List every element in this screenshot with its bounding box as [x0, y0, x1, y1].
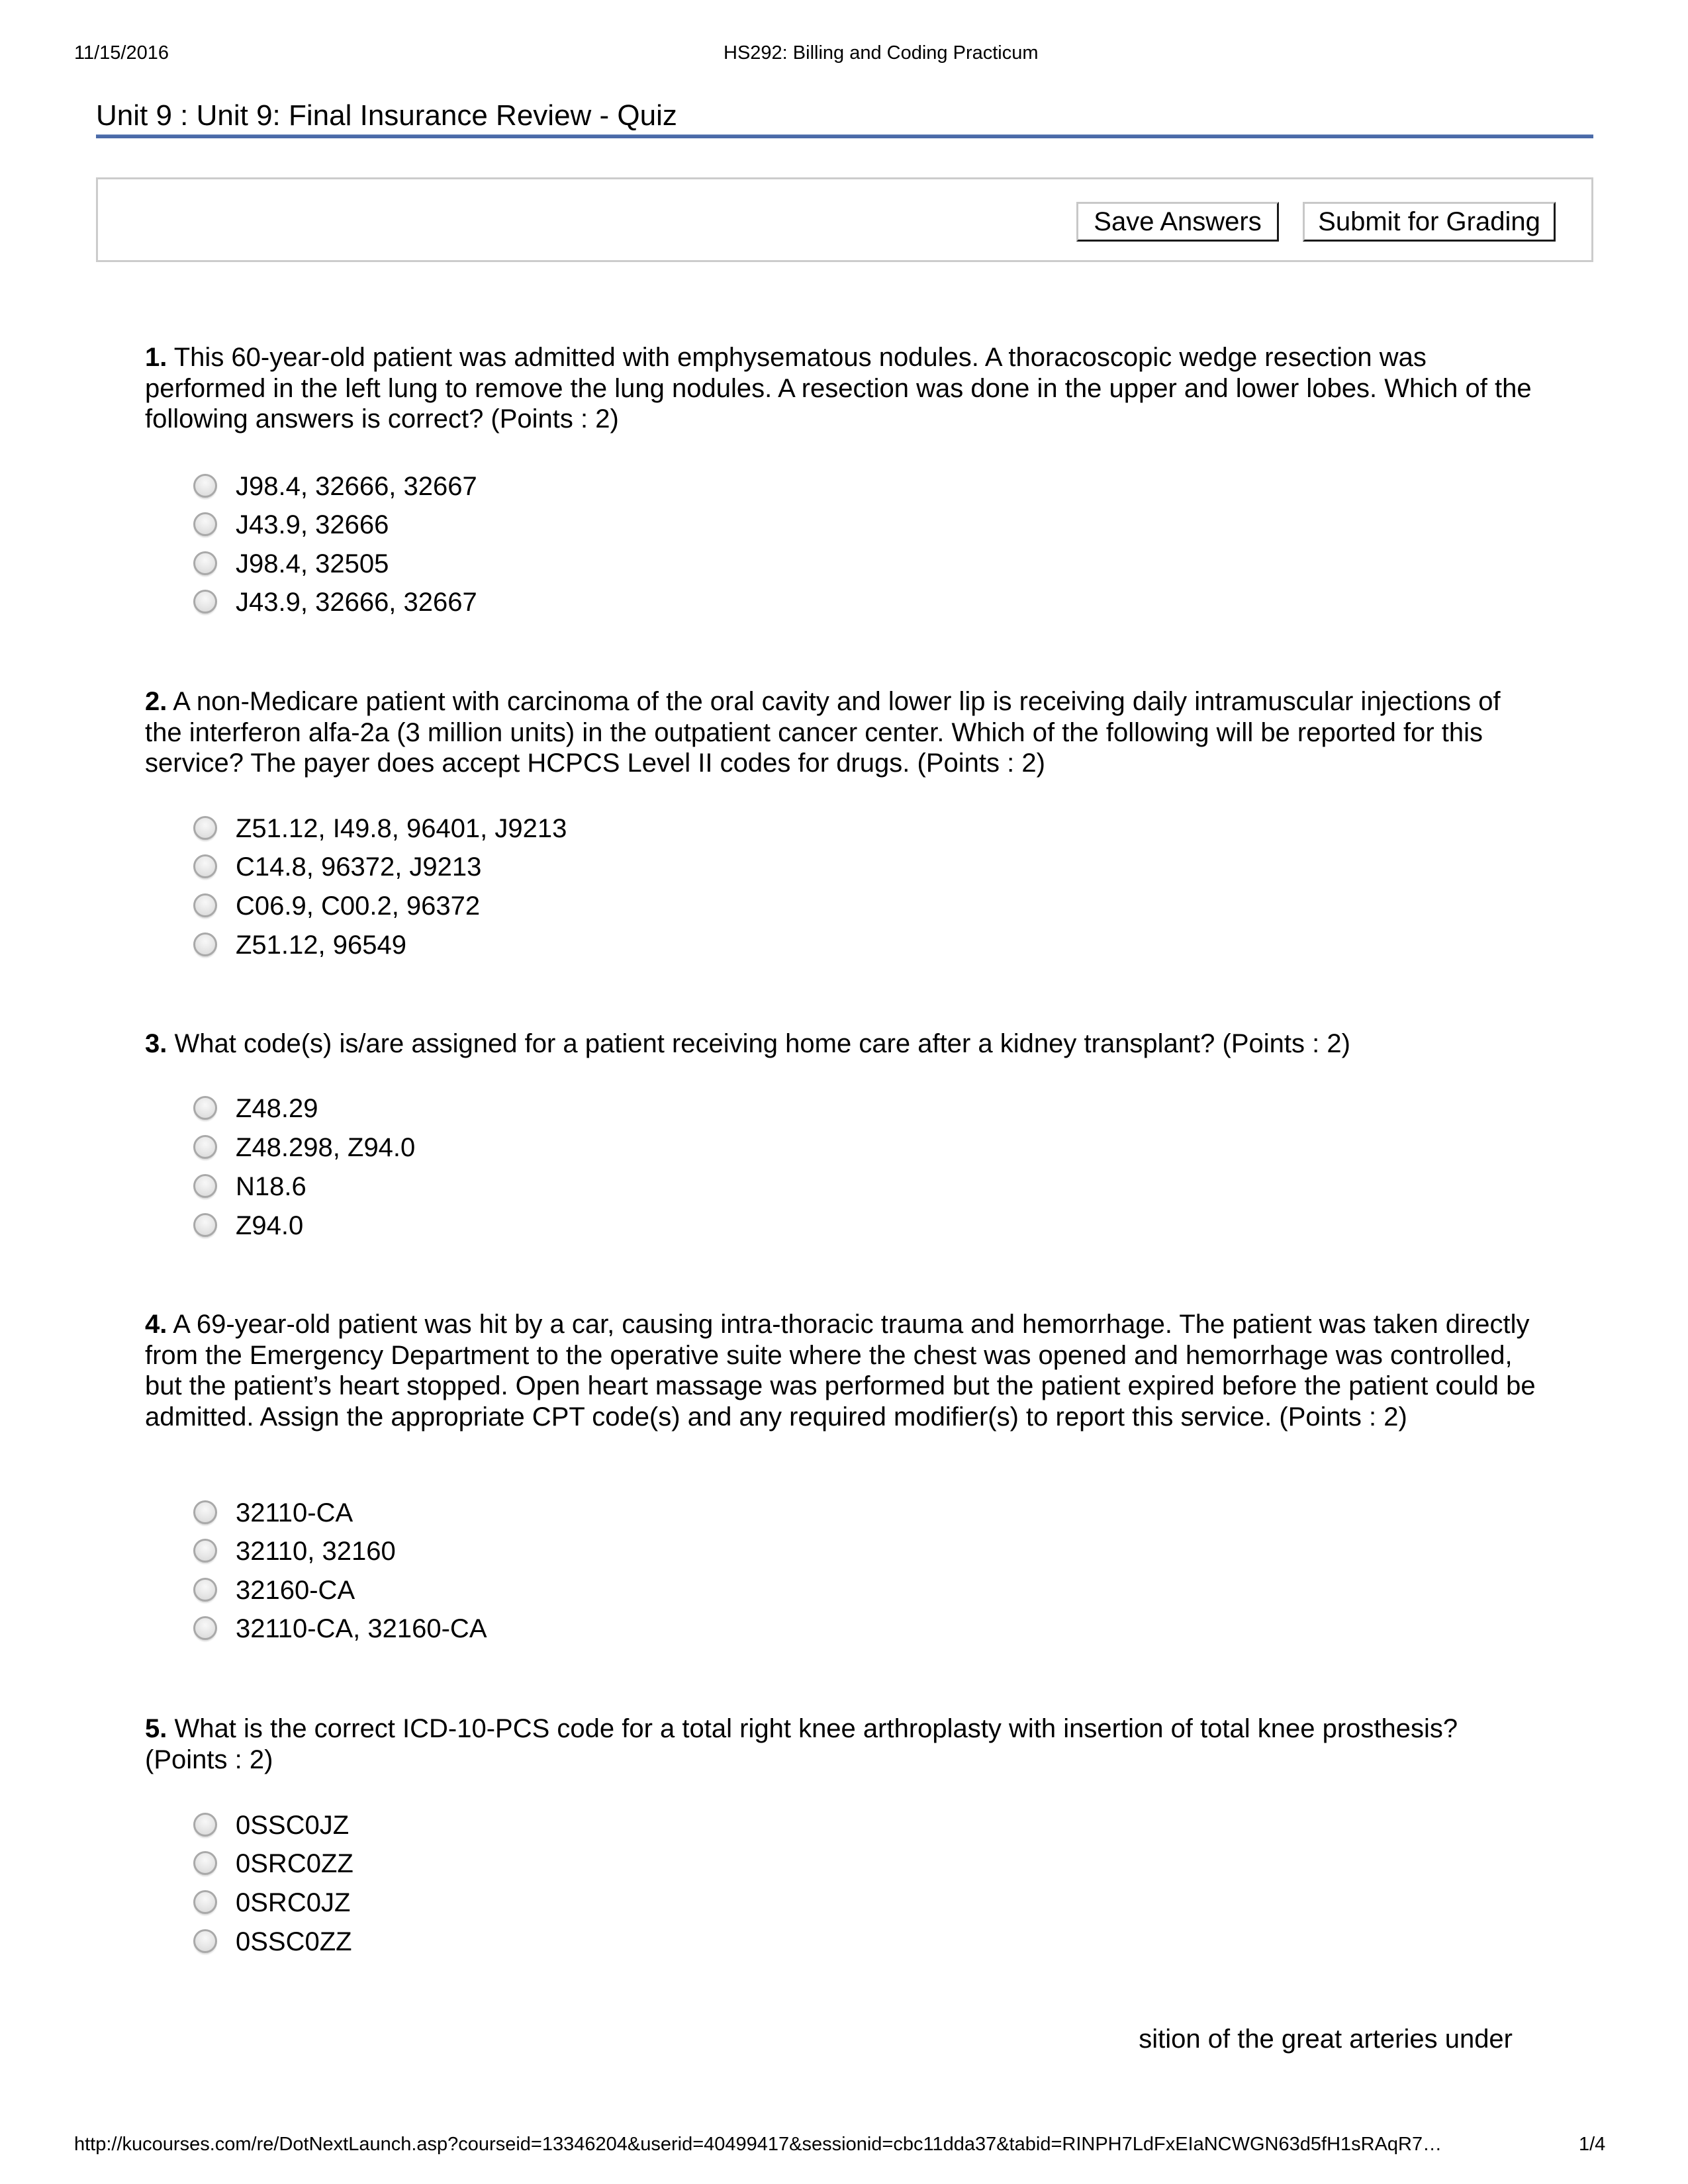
question-text: A 69-year-old patient was hit by a car, …	[145, 1310, 1536, 1432]
question-4: 4. A 69-year-old patient was hit by a ca…	[145, 1309, 1542, 1432]
question-5: 5. What is the correct ICD-10-PCS code f…	[145, 1713, 1542, 1775]
option-label: 32160-CA	[236, 1576, 355, 1605]
option-label: C06.9, C00.2, 96372	[236, 891, 481, 921]
option-label: 32110-CA	[236, 1498, 353, 1527]
option-label: Z51.12, 96549	[236, 931, 406, 960]
option-label: Z94.0	[236, 1211, 304, 1240]
question-number: 4.	[145, 1310, 167, 1339]
radio-button[interactable]	[193, 551, 217, 575]
question-text: What code(s) is/are assigned for a patie…	[174, 1029, 1350, 1058]
truncated-question-text: sition of the great arteries under	[1139, 2025, 1513, 2054]
radio-button[interactable]	[193, 1500, 217, 1524]
radio-button[interactable]	[193, 1890, 217, 1914]
radio-button[interactable]	[193, 1213, 217, 1237]
radio-button[interactable]	[193, 816, 217, 840]
title-divider	[96, 134, 1593, 138]
option-label: 0SRC0JZ	[236, 1888, 351, 1917]
option-label: J98.4, 32666, 32667	[236, 472, 477, 501]
radio-button[interactable]	[193, 1096, 217, 1120]
radio-button[interactable]	[193, 854, 217, 878]
option-label: N18.6	[236, 1172, 306, 1201]
radio-button[interactable]	[193, 1135, 217, 1159]
option-label: Z48.29	[236, 1094, 318, 1123]
option-label: J43.9, 32666, 32667	[236, 588, 477, 617]
print-footer-url: http://kucourses.com/re/DotNextLaunch.as…	[74, 2134, 1442, 2155]
question-text: What is the correct ICD-10-PCS code for …	[145, 1714, 1458, 1774]
option-label: J98.4, 32505	[236, 549, 389, 578]
option-label: 0SSC0ZZ	[236, 1927, 352, 1956]
radio-button[interactable]	[193, 893, 217, 917]
option-label: Z51.12, I49.8, 96401, J9213	[236, 814, 567, 843]
question-text: This 60-year-old patient was admitted wi…	[145, 343, 1532, 433]
submit-for-grading-button[interactable]: Submit for Grading	[1303, 202, 1556, 242]
option-label: Z48.298, Z94.0	[236, 1133, 416, 1162]
question-number: 3.	[145, 1029, 167, 1058]
print-header-date: 11/15/2016	[74, 42, 169, 64]
print-footer-page-number: 1/4	[1579, 2134, 1606, 2155]
question-2: 2. A non-Medicare patient with carcinoma…	[145, 686, 1542, 779]
page-title: Unit 9 : Unit 9: Final Insurance Review …	[96, 99, 677, 132]
option-label: 32110, 32160	[236, 1537, 396, 1566]
radio-button[interactable]	[193, 1578, 217, 1602]
radio-button[interactable]	[193, 1616, 217, 1640]
option-label: J43.9, 32666	[236, 510, 389, 539]
radio-button[interactable]	[193, 1851, 217, 1875]
option-label: 0SSC0JZ	[236, 1811, 350, 1840]
question-text: A non-Medicare patient with carcinoma of…	[145, 687, 1501, 778]
radio-button[interactable]	[193, 933, 217, 956]
radio-button[interactable]	[193, 474, 217, 498]
radio-button[interactable]	[193, 1174, 217, 1198]
radio-button[interactable]	[193, 512, 217, 536]
question-number: 5.	[145, 1714, 167, 1743]
radio-button[interactable]	[193, 1539, 217, 1563]
option-label: 0SRC0ZZ	[236, 1849, 353, 1878]
print-header-course-title: HS292: Billing and Coding Practicum	[724, 42, 1039, 64]
save-answers-button[interactable]: Save Answers	[1076, 202, 1279, 242]
question-number: 2.	[145, 687, 167, 716]
option-label: 32110-CA, 32160-CA	[236, 1614, 487, 1643]
question-3: 3. What code(s) is/are assigned for a pa…	[145, 1028, 1542, 1060]
option-label: C14.8, 96372, J9213	[236, 852, 482, 882]
radio-button[interactable]	[193, 1929, 217, 1953]
question-1: 1. This 60-year-old patient was admitted…	[145, 342, 1542, 435]
radio-button[interactable]	[193, 1813, 217, 1837]
radio-button[interactable]	[193, 590, 217, 614]
question-number: 1.	[145, 343, 167, 372]
